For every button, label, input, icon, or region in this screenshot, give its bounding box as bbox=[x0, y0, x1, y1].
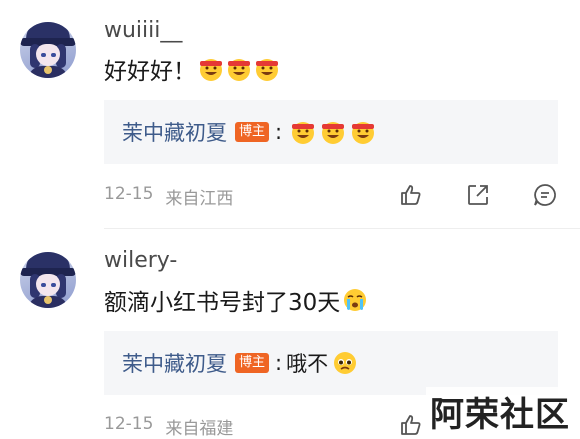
comment-content: 好好好！ bbox=[104, 52, 280, 86]
author-badge: 博主 bbox=[235, 122, 270, 142]
username[interactable]: wuiiii__ bbox=[104, 18, 182, 43]
reply-text: 哦不 bbox=[286, 352, 329, 376]
grinning-face-headband-emoji bbox=[322, 122, 345, 144]
pleading-face-emoji bbox=[334, 352, 357, 374]
reply-separator: : bbox=[275, 351, 283, 375]
grinning-face-headband-emoji bbox=[228, 59, 250, 81]
comment-actions bbox=[398, 182, 558, 208]
avatar[interactable] bbox=[20, 252, 76, 308]
comment-text: 额滴小红书号封了30天 bbox=[104, 290, 341, 316]
reply-author[interactable]: 茉中藏初夏 bbox=[122, 348, 227, 378]
comment-location: 来自江西 bbox=[165, 189, 234, 209]
comment-content: 额滴小红书号封了30天 bbox=[104, 283, 368, 317]
avatar[interactable] bbox=[20, 22, 76, 78]
grinning-face-headband-emoji bbox=[200, 59, 222, 81]
like-icon[interactable] bbox=[398, 412, 424, 438]
like-icon[interactable] bbox=[398, 182, 424, 208]
comment-date: 12-15 bbox=[104, 414, 154, 434]
comment-meta: 12-15 来自福建 bbox=[104, 414, 233, 439]
crying-face-emoji bbox=[344, 289, 367, 311]
author-badge: 博主 bbox=[235, 353, 270, 373]
grinning-face-headband-emoji bbox=[292, 122, 315, 144]
reply-author[interactable]: 茉中藏初夏 bbox=[122, 117, 227, 147]
reply-separator: : bbox=[275, 120, 283, 144]
reply-box[interactable]: 茉中藏初夏 博主 : 哦不 bbox=[104, 331, 558, 395]
comment-text: 好好好！ bbox=[104, 59, 196, 85]
reply-box[interactable]: 茉中藏初夏 博主 : bbox=[104, 100, 558, 164]
watermark: 阿荣社区 bbox=[426, 387, 574, 436]
divider bbox=[104, 228, 580, 229]
comment-date: 12-15 bbox=[104, 184, 154, 204]
share-icon[interactable] bbox=[465, 182, 491, 208]
comment-icon[interactable] bbox=[532, 182, 558, 208]
grinning-face-headband-emoji bbox=[256, 59, 278, 81]
username[interactable]: wilery- bbox=[104, 248, 177, 273]
grinning-face-headband-emoji bbox=[352, 122, 375, 144]
comment-location: 来自福建 bbox=[165, 419, 234, 439]
comment-meta: 12-15 来自江西 bbox=[104, 184, 233, 209]
